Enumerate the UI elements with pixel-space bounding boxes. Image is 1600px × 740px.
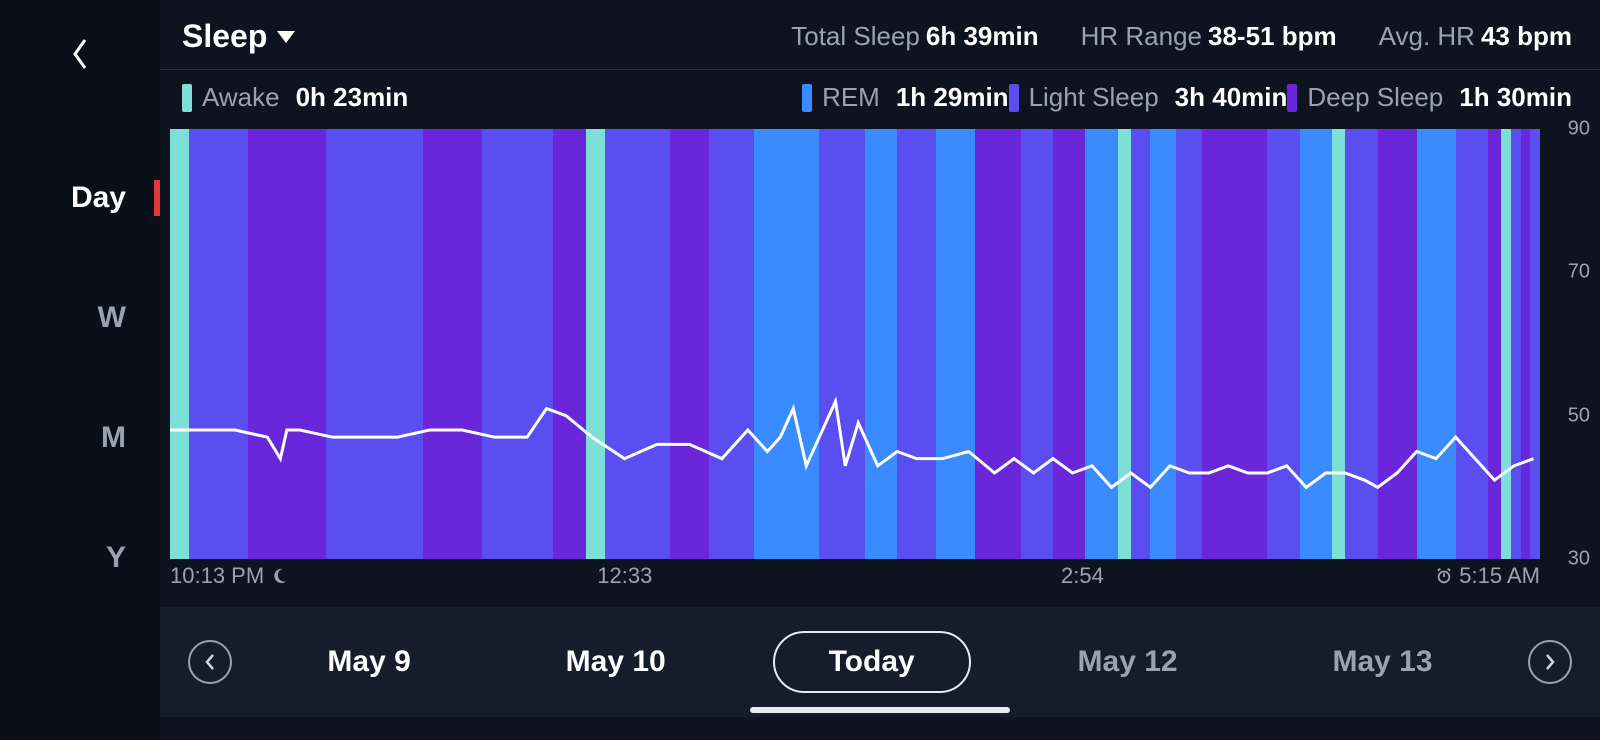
y-tick: 90 xyxy=(1568,118,1590,141)
stage-band-light xyxy=(819,129,864,559)
header-row: Sleep Total Sleep6h 39min HR Range38-51 b… xyxy=(160,0,1600,69)
metric-label: Sleep xyxy=(182,18,267,55)
chevron-right-icon xyxy=(1544,653,1556,671)
stage-band-deep xyxy=(248,129,326,559)
left-rail: DayWMY xyxy=(0,0,160,740)
chart-canvas xyxy=(170,129,1540,559)
main-panel: Sleep Total Sleep6h 39min HR Range38-51 b… xyxy=(160,0,1600,740)
y-tick: 70 xyxy=(1568,261,1590,284)
stage-band-awake xyxy=(170,129,189,559)
stage-band-rem xyxy=(1085,129,1117,559)
stage-band-deep xyxy=(1053,129,1085,559)
legend-rem: REM1h 29min xyxy=(802,82,1009,113)
swatch-deep xyxy=(1287,84,1297,112)
caret-down-icon xyxy=(277,31,295,43)
stage-band-deep xyxy=(1202,129,1267,559)
legend-deep: Deep Sleep1h 30min xyxy=(1287,82,1572,113)
stage-band-light xyxy=(482,129,553,559)
date-pill: May 13 xyxy=(1284,631,1480,693)
x-tick: 12:33 xyxy=(597,563,652,589)
stage-band-rem xyxy=(936,129,975,559)
swatch-awake xyxy=(182,84,192,112)
stage-band-light xyxy=(189,129,247,559)
date-next-button[interactable] xyxy=(1528,640,1572,684)
stage-band-rem xyxy=(1417,129,1456,559)
stage-band-awake xyxy=(1501,129,1511,559)
x-tick: 2:54 xyxy=(1061,563,1104,589)
x-axis-ticks: 10:13 PM 12:33 2:54 5:15 AM xyxy=(170,563,1540,593)
swatch-light xyxy=(1009,84,1019,112)
stage-band-deep xyxy=(553,129,585,559)
swatch-rem xyxy=(802,84,812,112)
stage-band-light xyxy=(1131,129,1150,559)
chevron-left-icon xyxy=(204,653,216,671)
time-scale-list: DayWMY xyxy=(0,138,160,618)
stage-band-light xyxy=(1345,129,1377,559)
scale-day[interactable]: Day xyxy=(0,138,160,258)
stage-band-rem xyxy=(865,129,897,559)
sleep-chart[interactable]: 30507090 xyxy=(170,129,1540,559)
stage-band-rem xyxy=(1150,129,1176,559)
stage-band-deep xyxy=(1488,129,1501,559)
date-prev-button[interactable] xyxy=(188,640,232,684)
x-tick: 5:15 AM xyxy=(1435,563,1540,589)
home-indicator xyxy=(750,707,1010,713)
stage-band-deep xyxy=(975,129,1020,559)
stage-band-light xyxy=(709,129,754,559)
stage-band-light xyxy=(1456,129,1488,559)
stage-band-awake xyxy=(1118,129,1131,559)
date-pill: May 12 xyxy=(1030,631,1226,693)
header-stat: Avg. HR43 bpm xyxy=(1379,21,1572,52)
alarm-icon xyxy=(1435,567,1453,585)
x-tick: 10:13 PM xyxy=(170,563,288,589)
header-stats: Total Sleep6h 39min HR Range38-51 bpm Avg.… xyxy=(791,21,1572,52)
legend-awake: Awake0h 23min xyxy=(182,82,408,113)
date-selector-bar: May 9 May 10 Today May 12 May 13 xyxy=(160,607,1600,717)
chevron-left-icon xyxy=(70,37,90,71)
stage-band-light xyxy=(1511,129,1521,559)
scale-week[interactable]: W xyxy=(0,258,160,378)
date-pill[interactable]: May 10 xyxy=(518,631,714,693)
legend-light: Light Sleep3h 40min xyxy=(1009,82,1288,113)
stage-band-light xyxy=(1176,129,1202,559)
stage-band-deep xyxy=(1521,129,1531,559)
stage-band-deep xyxy=(670,129,709,559)
scale-month[interactable]: M xyxy=(0,378,160,498)
legend-row: Awake0h 23min REM1h 29minLight Sleep3h 40… xyxy=(160,70,1600,129)
metric-dropdown[interactable]: Sleep xyxy=(182,18,295,55)
stage-band-light xyxy=(897,129,936,559)
stage-band-deep xyxy=(1378,129,1417,559)
y-axis-ticks: 30507090 xyxy=(1544,129,1590,559)
stage-band-rem xyxy=(754,129,819,559)
stage-band-light xyxy=(326,129,423,559)
stage-band-light xyxy=(1530,129,1540,559)
y-tick: 50 xyxy=(1568,404,1590,427)
date-pill[interactable]: Today xyxy=(773,631,971,693)
stage-band-rem xyxy=(1300,129,1332,559)
stage-band-awake xyxy=(1332,129,1345,559)
header-stat: HR Range38-51 bpm xyxy=(1081,21,1337,52)
header-stat: Total Sleep6h 39min xyxy=(791,21,1038,52)
moon-icon xyxy=(270,567,288,585)
scale-year[interactable]: Y xyxy=(0,498,160,618)
date-pill[interactable]: May 9 xyxy=(279,631,458,693)
date-track: May 9 May 10 Today May 12 May 13 xyxy=(250,631,1510,693)
stage-band-light xyxy=(1021,129,1053,559)
stage-band-deep xyxy=(423,129,481,559)
stage-band-light xyxy=(1267,129,1299,559)
back-button[interactable] xyxy=(56,30,104,78)
stage-band-awake xyxy=(586,129,605,559)
stage-band-light xyxy=(605,129,670,559)
y-tick: 30 xyxy=(1568,548,1590,571)
